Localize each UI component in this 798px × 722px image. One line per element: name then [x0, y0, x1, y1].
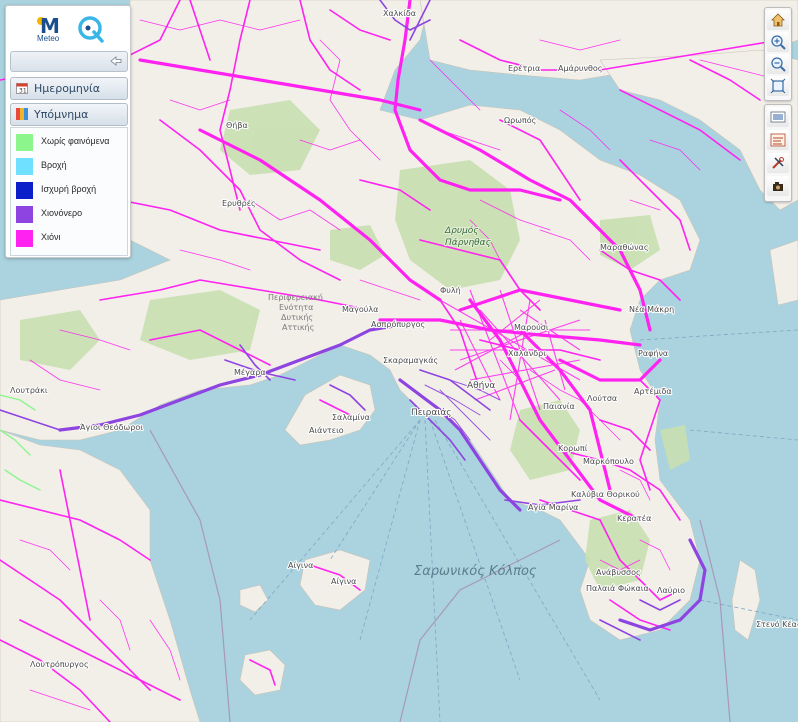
- label-eretria: Ερέτρια: [508, 63, 540, 73]
- label-chalkida: Χαλκίδα: [383, 9, 416, 18]
- legend-label: Ισχυρή βροχή: [41, 184, 97, 194]
- legend-swatch: [16, 230, 33, 247]
- label-region-1: Περιφερειακή: [268, 293, 323, 302]
- label-skaramangas: Σκαραμαγκάς: [383, 356, 438, 365]
- legend-list: Χωρίς φαινόμενα Βροχή Ισχυρή βροχή Χιονό…: [10, 127, 128, 256]
- label-megara: Μέγαρα: [234, 367, 266, 377]
- legend-header-label: Υπόμνημα: [34, 108, 89, 121]
- legend-swatch: [16, 158, 33, 175]
- q-logo[interactable]: [76, 14, 106, 44]
- legend-accordion-header[interactable]: Υπόμνημα: [10, 103, 128, 126]
- tools-button[interactable]: [767, 153, 789, 173]
- back-bar[interactable]: [10, 51, 128, 72]
- label-kalyvia: Καλύβια Θορικού: [571, 489, 640, 499]
- meteo-logo-letter: M: [40, 14, 60, 35]
- label-parnitha-2: Πάρνηθας: [445, 238, 491, 248]
- date-accordion-header[interactable]: 31 Ημερομηνία: [10, 77, 128, 100]
- map-nav-toolbar: [764, 7, 792, 101]
- legend-swatch: [16, 182, 33, 199]
- meteo-logo-text: Meteo: [37, 34, 60, 43]
- legend-label: Χιόνι: [41, 232, 61, 242]
- home-button[interactable]: [767, 10, 789, 30]
- label-paiania: Παιανία: [543, 402, 575, 411]
- zoom-out-button[interactable]: [767, 54, 789, 74]
- label-salamina: Σαλαμίνα: [332, 413, 370, 422]
- label-region-3: Δυτικής: [281, 313, 313, 322]
- layers-button[interactable]: [767, 107, 789, 127]
- label-region-2: Ενότητα: [279, 302, 313, 312]
- layers-icon: [770, 111, 786, 123]
- legend-icon: [16, 108, 28, 120]
- label-rafina: Ραφήνα: [638, 349, 668, 358]
- label-nea-makri: Νέα Μάκρη: [629, 304, 674, 314]
- info-icon: [770, 133, 786, 147]
- label-markopoulo: Μαρκόπουλο: [583, 456, 634, 466]
- label-parnitha-1: Δρυμός: [444, 225, 479, 236]
- legend-swatch: [16, 134, 33, 151]
- label-loutropyrgos: Λουτρόπυργος: [30, 659, 89, 669]
- zoom-extent-icon: [770, 78, 786, 94]
- meteo-logo[interactable]: M Meteo: [34, 13, 72, 45]
- label-thiva: Θήβα: [226, 121, 248, 130]
- label-artemida: Αρτέμιδα: [634, 386, 672, 396]
- legend-item-clear: Χωρίς φαινόμενα: [16, 132, 126, 152]
- q-logo-mark: [78, 16, 104, 43]
- zoom-in-button[interactable]: [767, 32, 789, 52]
- label-anavyssos: Ανάβυσσος: [596, 568, 641, 577]
- label-keratea: Κερατέα: [617, 513, 651, 523]
- legend-item-rain: Βροχή: [16, 156, 126, 176]
- label-oropos: Ωρωπός: [504, 115, 536, 125]
- label-region-4: Αττικής: [282, 323, 314, 332]
- back-arrow-icon[interactable]: [109, 54, 123, 68]
- map-extra-toolbar: [764, 104, 792, 202]
- label-chalandri: Χαλάνδρι: [508, 349, 546, 358]
- label-erythres: Ερυθρές: [222, 198, 256, 208]
- label-koropi: Κορωπί: [558, 444, 588, 453]
- legend-item-snow: Χιόνι: [16, 228, 126, 248]
- label-saronic-gulf: Σαρωνικός Κόλπος: [414, 564, 537, 579]
- label-agia-marina: Αγία Μαρίνα: [528, 503, 578, 512]
- label-athina: Αθήνα: [467, 381, 495, 391]
- label-aigina-left: Αίγινα: [288, 561, 313, 570]
- label-marathonas: Μαραθώνας: [600, 242, 649, 252]
- tools-icon: [772, 157, 784, 169]
- label-agioi-theodoroi: Άγιοι Θεόδωροι: [80, 422, 143, 432]
- meteo-logo-mark: M: [37, 14, 60, 38]
- label-steno: Στενό Κέας: [756, 619, 798, 629]
- zoom-out-icon: [771, 57, 786, 72]
- zoom-extent-button[interactable]: [767, 76, 789, 96]
- label-aiantio: Αιάντειο: [309, 426, 344, 435]
- calendar-icon: 31: [16, 83, 28, 95]
- legend-item-sleet: Χιονόνερο: [16, 204, 126, 224]
- legend-item-heavy-rain: Ισχυρή βροχή: [16, 180, 126, 200]
- camera-icon: [773, 182, 783, 191]
- label-fyli: Φυλή: [440, 286, 461, 295]
- label-aigina: Αίγινα: [331, 577, 356, 586]
- label-magoula: Μαγούλα: [342, 304, 378, 314]
- date-header-label: Ημερομηνία: [34, 82, 101, 95]
- zoom-in-icon: [771, 35, 786, 50]
- label-loutraki: Λουτράκι: [10, 386, 48, 395]
- legend-label: Χωρίς φαινόμενα: [41, 136, 110, 146]
- legend-swatch: [16, 206, 33, 223]
- legend-label: Βροχή: [41, 160, 67, 170]
- label-marousi: Μαρούσι: [514, 322, 549, 332]
- label-lavrio: Λαύριο: [657, 585, 685, 595]
- info-button[interactable]: [767, 130, 789, 150]
- svg-text:31: 31: [19, 88, 27, 95]
- label-aspropyrgos: Ασπρόπυργος: [371, 319, 425, 329]
- side-panel: M Meteo 31 Ημερομηνία Υπόμνημα Χωρίς φαι…: [5, 5, 131, 258]
- label-palaia-fokaia: Παλαιά Φώκαια: [586, 583, 649, 593]
- label-loutsa: Λούτσα: [587, 393, 617, 403]
- legend-label: Χιονόνερο: [41, 208, 83, 218]
- camera-button[interactable]: [767, 176, 789, 196]
- label-peiraias: Πειραιάς: [411, 408, 452, 418]
- home-icon: [771, 13, 785, 27]
- logo-row: M Meteo: [6, 6, 130, 46]
- label-amarynthos: Αμάρυνθος: [558, 64, 603, 73]
